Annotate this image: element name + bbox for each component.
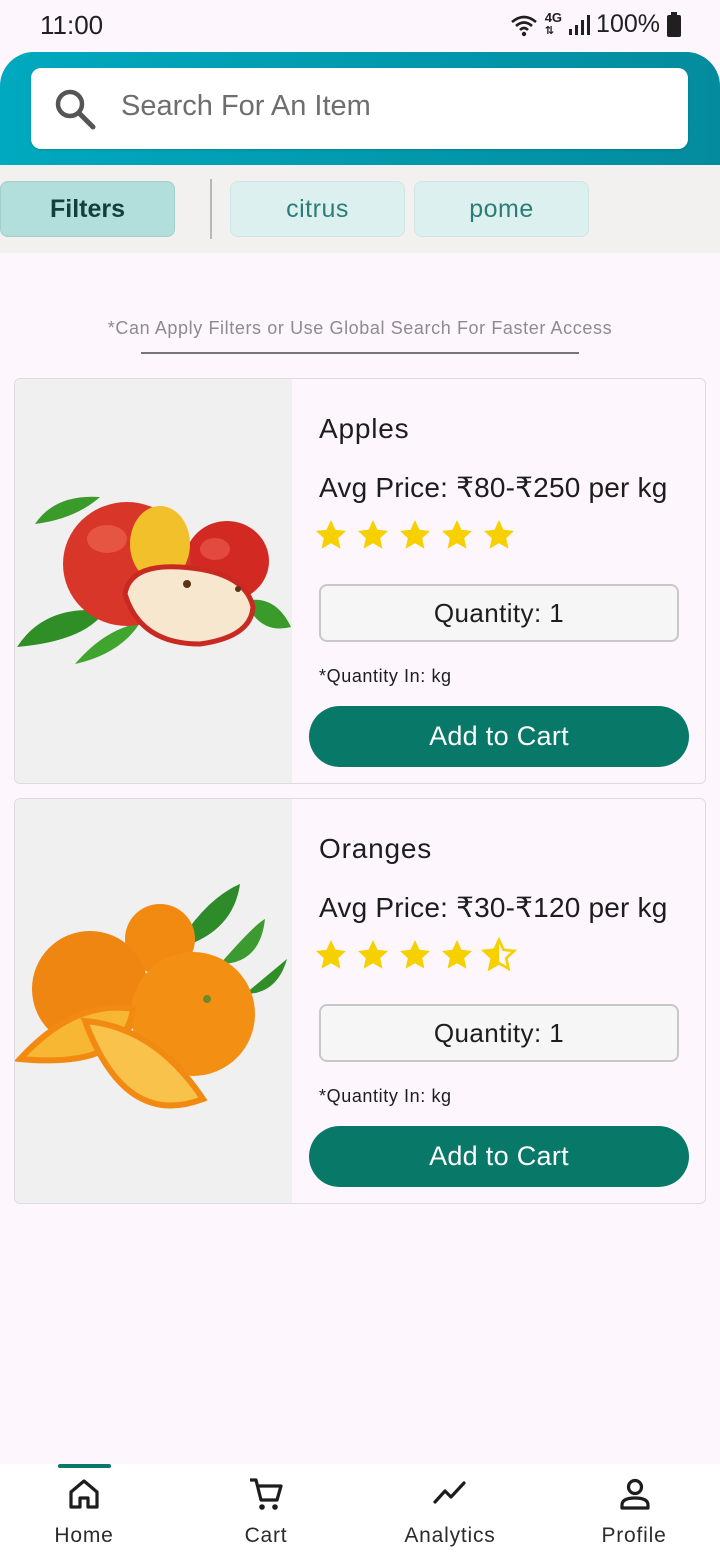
apples-image bbox=[15, 379, 292, 783]
wifi-icon bbox=[510, 15, 537, 36]
nav-cart[interactable]: Cart bbox=[180, 1464, 360, 1560]
quantity-unit-note: *Quantity In: kg bbox=[319, 666, 452, 686]
cart-icon bbox=[250, 1478, 283, 1510]
add-to-cart-button[interactable]: Add to Cart bbox=[309, 706, 689, 767]
rating-stars bbox=[313, 937, 517, 973]
quantity-input[interactable]: Quantity: 1 bbox=[319, 1004, 679, 1062]
oranges-image bbox=[15, 799, 292, 1203]
search-placeholder: Search For An Item bbox=[121, 90, 371, 122]
product-card-oranges: Oranges Avg Price: ₹30-₹120 per kg Quant… bbox=[14, 798, 706, 1204]
product-name: Apples bbox=[319, 413, 410, 444]
status-icons: 4G ⇅ 100% bbox=[509, 10, 682, 39]
battery-icon bbox=[667, 11, 681, 37]
filters-button[interactable]: Filters bbox=[0, 181, 175, 237]
half-star-icon bbox=[481, 937, 517, 972]
star-icon bbox=[316, 520, 346, 549]
status-time: 11:00 bbox=[40, 10, 104, 40]
add-to-cart-button[interactable]: Add to Cart bbox=[309, 1126, 689, 1187]
status-bar: 11:00 4G ⇅ 100% bbox=[0, 0, 720, 52]
star-icon bbox=[484, 520, 514, 549]
nav-active-indicator bbox=[58, 1464, 111, 1468]
star-icon bbox=[358, 520, 388, 549]
nav-analytics[interactable]: Analytics bbox=[360, 1464, 540, 1560]
star-icon bbox=[442, 520, 472, 549]
star-icon bbox=[316, 940, 346, 969]
rating-stars bbox=[313, 517, 517, 553]
filter-chip-citrus[interactable]: citrus bbox=[230, 181, 405, 237]
filter-bar: Filters citrus pome bbox=[0, 165, 720, 253]
star-icon bbox=[400, 940, 430, 969]
nav-label: Profile bbox=[601, 1524, 667, 1547]
header: Search For An Item bbox=[0, 52, 720, 165]
search-hint: *Can Apply Filters or Use Global Search … bbox=[107, 318, 613, 338]
search-icon[interactable] bbox=[53, 87, 97, 131]
quantity-unit-note: *Quantity In: kg bbox=[319, 1086, 452, 1106]
signal-icon bbox=[569, 14, 591, 35]
nav-label: Cart bbox=[244, 1524, 288, 1547]
hint-underline bbox=[141, 352, 579, 354]
product-price: Avg Price: ₹80-₹250 per kg bbox=[319, 472, 668, 503]
product-card-apples: Apples Avg Price: ₹80-₹250 per kg Quanti… bbox=[14, 378, 706, 784]
nav-label: Analytics bbox=[404, 1524, 496, 1547]
search-input[interactable]: Search For An Item bbox=[31, 68, 688, 149]
filter-divider bbox=[210, 179, 212, 239]
profile-icon bbox=[620, 1478, 650, 1510]
product-name: Oranges bbox=[319, 833, 432, 864]
star-icon bbox=[358, 940, 388, 969]
bottom-navigation: Home Cart Analytics Profile bbox=[0, 1464, 720, 1560]
product-price: Avg Price: ₹30-₹120 per kg bbox=[319, 892, 668, 923]
quantity-input[interactable]: Quantity: 1 bbox=[319, 584, 679, 642]
nav-home[interactable]: Home bbox=[0, 1464, 180, 1560]
nav-label: Home bbox=[54, 1524, 114, 1547]
star-icon bbox=[400, 520, 430, 549]
nav-profile[interactable]: Profile bbox=[540, 1464, 720, 1560]
filter-chip-pome[interactable]: pome bbox=[414, 181, 589, 237]
network-4g-icon: 4G ⇅ bbox=[544, 10, 563, 37]
battery-percent: 100% bbox=[596, 10, 660, 38]
analytics-icon bbox=[433, 1481, 466, 1504]
home-icon bbox=[69, 1479, 99, 1509]
star-icon bbox=[442, 940, 472, 969]
